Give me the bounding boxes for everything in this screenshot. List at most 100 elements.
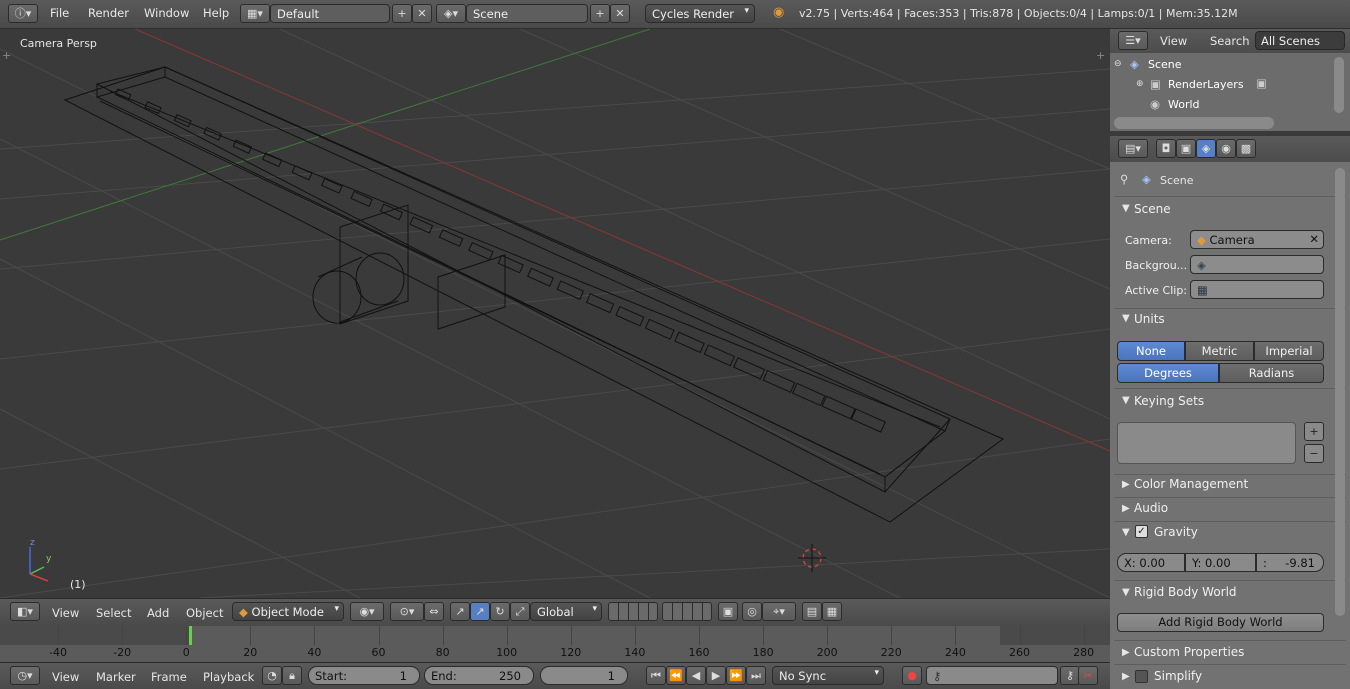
keying-sets-list[interactable]: [1117, 422, 1296, 464]
remove-layout-icon[interactable]: ✕: [412, 4, 432, 23]
scene-field[interactable]: Scene: [466, 4, 588, 23]
info-editor-type-icon[interactable]: ⓘ▾: [8, 4, 38, 23]
expand-scene-icon[interactable]: ⊖: [1114, 59, 1122, 69]
preview-range-icon[interactable]: ◔: [262, 666, 282, 685]
timeline-menu-marker[interactable]: Marker: [96, 670, 136, 684]
auto-keying-icon[interactable]: ●: [902, 666, 922, 685]
rotation-radians-button[interactable]: Radians: [1219, 363, 1324, 383]
prev-keyframe-icon[interactable]: ⏪: [666, 666, 686, 685]
jump-start-icon[interactable]: ⏮: [646, 666, 666, 685]
remove-keying-set-icon[interactable]: −: [1304, 444, 1324, 463]
outliner-item-scene[interactable]: Scene: [1148, 58, 1182, 71]
units-panel-title[interactable]: Units: [1134, 312, 1165, 326]
rigid-body-title[interactable]: Rigid Body World: [1134, 585, 1237, 599]
collapse-rigid-body-icon[interactable]: ▼: [1122, 587, 1130, 598]
expand-simplify-icon[interactable]: ▶: [1122, 671, 1130, 682]
properties-type-icon[interactable]: ▤▾: [1118, 139, 1148, 158]
outliner-v-scrollbar[interactable]: [1334, 57, 1344, 113]
remove-scene-icon[interactable]: ✕: [610, 4, 630, 23]
scene-selector-icon[interactable]: ◈▾: [436, 4, 466, 23]
outliner-item-renderlayers[interactable]: RenderLayers: [1168, 78, 1244, 91]
gravity-z-field[interactable]: : -9.81: [1256, 553, 1324, 572]
rotation-degrees-button[interactable]: Degrees: [1117, 363, 1219, 383]
start-frame-field[interactable]: Start: 1: [308, 666, 420, 685]
current-frame-field[interactable]: 1: [540, 666, 628, 685]
menu-file[interactable]: File: [50, 6, 69, 20]
proportional-edit-icon[interactable]: ◎: [742, 602, 762, 621]
3d-menu-object[interactable]: Object: [186, 606, 223, 620]
scale-manipulator-icon[interactable]: ⤢: [510, 602, 530, 621]
gravity-y-field[interactable]: Y: 0.00: [1185, 553, 1256, 572]
toolshelf-toggle-icon[interactable]: +: [2, 49, 11, 62]
outliner-h-scrollbar[interactable]: [1114, 117, 1274, 129]
outliner-menu-search[interactable]: Search: [1210, 34, 1250, 48]
layer-buttons-1[interactable]: [608, 602, 658, 621]
keying-set-field[interactable]: ⚷: [926, 666, 1058, 685]
lock-layers-icon[interactable]: ▣: [718, 602, 738, 621]
expand-audio-icon[interactable]: ▶: [1122, 503, 1130, 514]
translate-active-icon[interactable]: ↗: [470, 602, 490, 621]
timeline-menu-playback[interactable]: Playback: [203, 670, 254, 684]
render-preview-icon[interactable]: ▤: [802, 602, 822, 621]
play-icon[interactable]: ▶: [706, 666, 726, 685]
3d-editor-type-icon[interactable]: ◧▾: [10, 602, 40, 621]
active-clip-field[interactable]: ▦: [1190, 280, 1324, 299]
gravity-x-field[interactable]: X: 0.00: [1117, 553, 1185, 572]
clear-camera-icon[interactable]: ✕: [1309, 232, 1319, 246]
add-rigid-body-world-button[interactable]: Add Rigid Body World: [1117, 613, 1324, 632]
3d-menu-view[interactable]: View: [52, 606, 79, 620]
background-scene-field[interactable]: ◈: [1190, 255, 1324, 274]
sync-select[interactable]: No Sync ▾: [772, 666, 884, 685]
unit-none-button[interactable]: None: [1117, 341, 1185, 361]
add-scene-icon[interactable]: +: [590, 4, 610, 23]
timeline-editor-type-icon[interactable]: ◷▾: [10, 666, 40, 685]
custom-properties-title[interactable]: Custom Properties: [1134, 645, 1244, 659]
timeline-area[interactable]: -40 -20 0 20 40 60 80 100 120 140 160 180 200 220 240 2…: [0, 626, 1110, 662]
render-tab-icon[interactable]: ◘: [1156, 139, 1176, 158]
outliner-type-icon[interactable]: ☰▾: [1118, 31, 1148, 50]
unit-metric-button[interactable]: Metric: [1185, 341, 1254, 361]
collapse-scene-icon[interactable]: ▼: [1122, 203, 1130, 214]
pin-icon[interactable]: ⚲: [1120, 172, 1128, 186]
jump-end-icon[interactable]: ⏭: [746, 666, 766, 685]
viewport-shading-icon[interactable]: ◉▾: [350, 602, 384, 621]
next-keyframe-icon[interactable]: ⏩: [726, 666, 746, 685]
playhead[interactable]: [189, 626, 192, 645]
screen-layout-field[interactable]: Default: [270, 4, 390, 23]
properties-scrollbar[interactable]: [1335, 168, 1345, 616]
outliner-filter-select[interactable]: All Scenes: [1255, 31, 1345, 50]
simplify-title[interactable]: Simplify: [1154, 669, 1202, 683]
scene-tab-icon[interactable]: ◈: [1196, 139, 1216, 158]
render-engine-select[interactable]: Cycles Render ▾: [645, 4, 755, 23]
timeline-menu-view[interactable]: View: [52, 670, 79, 684]
menu-render[interactable]: Render: [88, 6, 129, 20]
color-management-title[interactable]: Color Management: [1134, 477, 1248, 491]
unit-imperial-button[interactable]: Imperial: [1254, 341, 1324, 361]
collapse-units-icon[interactable]: ▼: [1122, 313, 1130, 324]
manipulator-toggle-icon[interactable]: ⇔: [424, 602, 444, 621]
scene-panel-title[interactable]: Scene: [1134, 202, 1171, 216]
delete-keyframe-icon[interactable]: ✂: [1078, 666, 1098, 685]
render-animation-icon[interactable]: ▦: [822, 602, 842, 621]
simplify-checkbox[interactable]: [1135, 670, 1148, 683]
end-frame-field[interactable]: End: 250: [424, 666, 534, 685]
timeline-menu-frame[interactable]: Frame: [151, 670, 187, 684]
collapse-keying-icon[interactable]: ▼: [1122, 395, 1130, 406]
expand-renderlayers-icon[interactable]: ⊕: [1136, 79, 1144, 89]
snap-element-icon[interactable]: ⌖▾: [762, 602, 796, 621]
properties-toggle-icon[interactable]: +: [1096, 49, 1105, 62]
collapse-gravity-icon[interactable]: ▼: [1122, 527, 1130, 538]
expand-custom-properties-icon[interactable]: ▶: [1122, 647, 1130, 658]
insert-keyframe-icon[interactable]: ⚷: [1060, 666, 1080, 685]
outliner-item-world[interactable]: World: [1168, 98, 1200, 111]
world-tab-icon[interactable]: ◉: [1216, 139, 1236, 158]
menu-window[interactable]: Window: [144, 6, 189, 20]
audio-title[interactable]: Audio: [1134, 501, 1168, 515]
lock-time-icon[interactable]: 🔒︎: [282, 666, 302, 685]
texture-tab-icon[interactable]: ▩: [1236, 139, 1256, 158]
add-layout-icon[interactable]: +: [392, 4, 412, 23]
add-keying-set-icon[interactable]: +: [1304, 422, 1324, 441]
screen-layout-icon[interactable]: ▦▾: [240, 4, 270, 23]
orientation-select[interactable]: Global ▾: [530, 602, 602, 621]
layer-buttons-2[interactable]: [662, 602, 712, 621]
